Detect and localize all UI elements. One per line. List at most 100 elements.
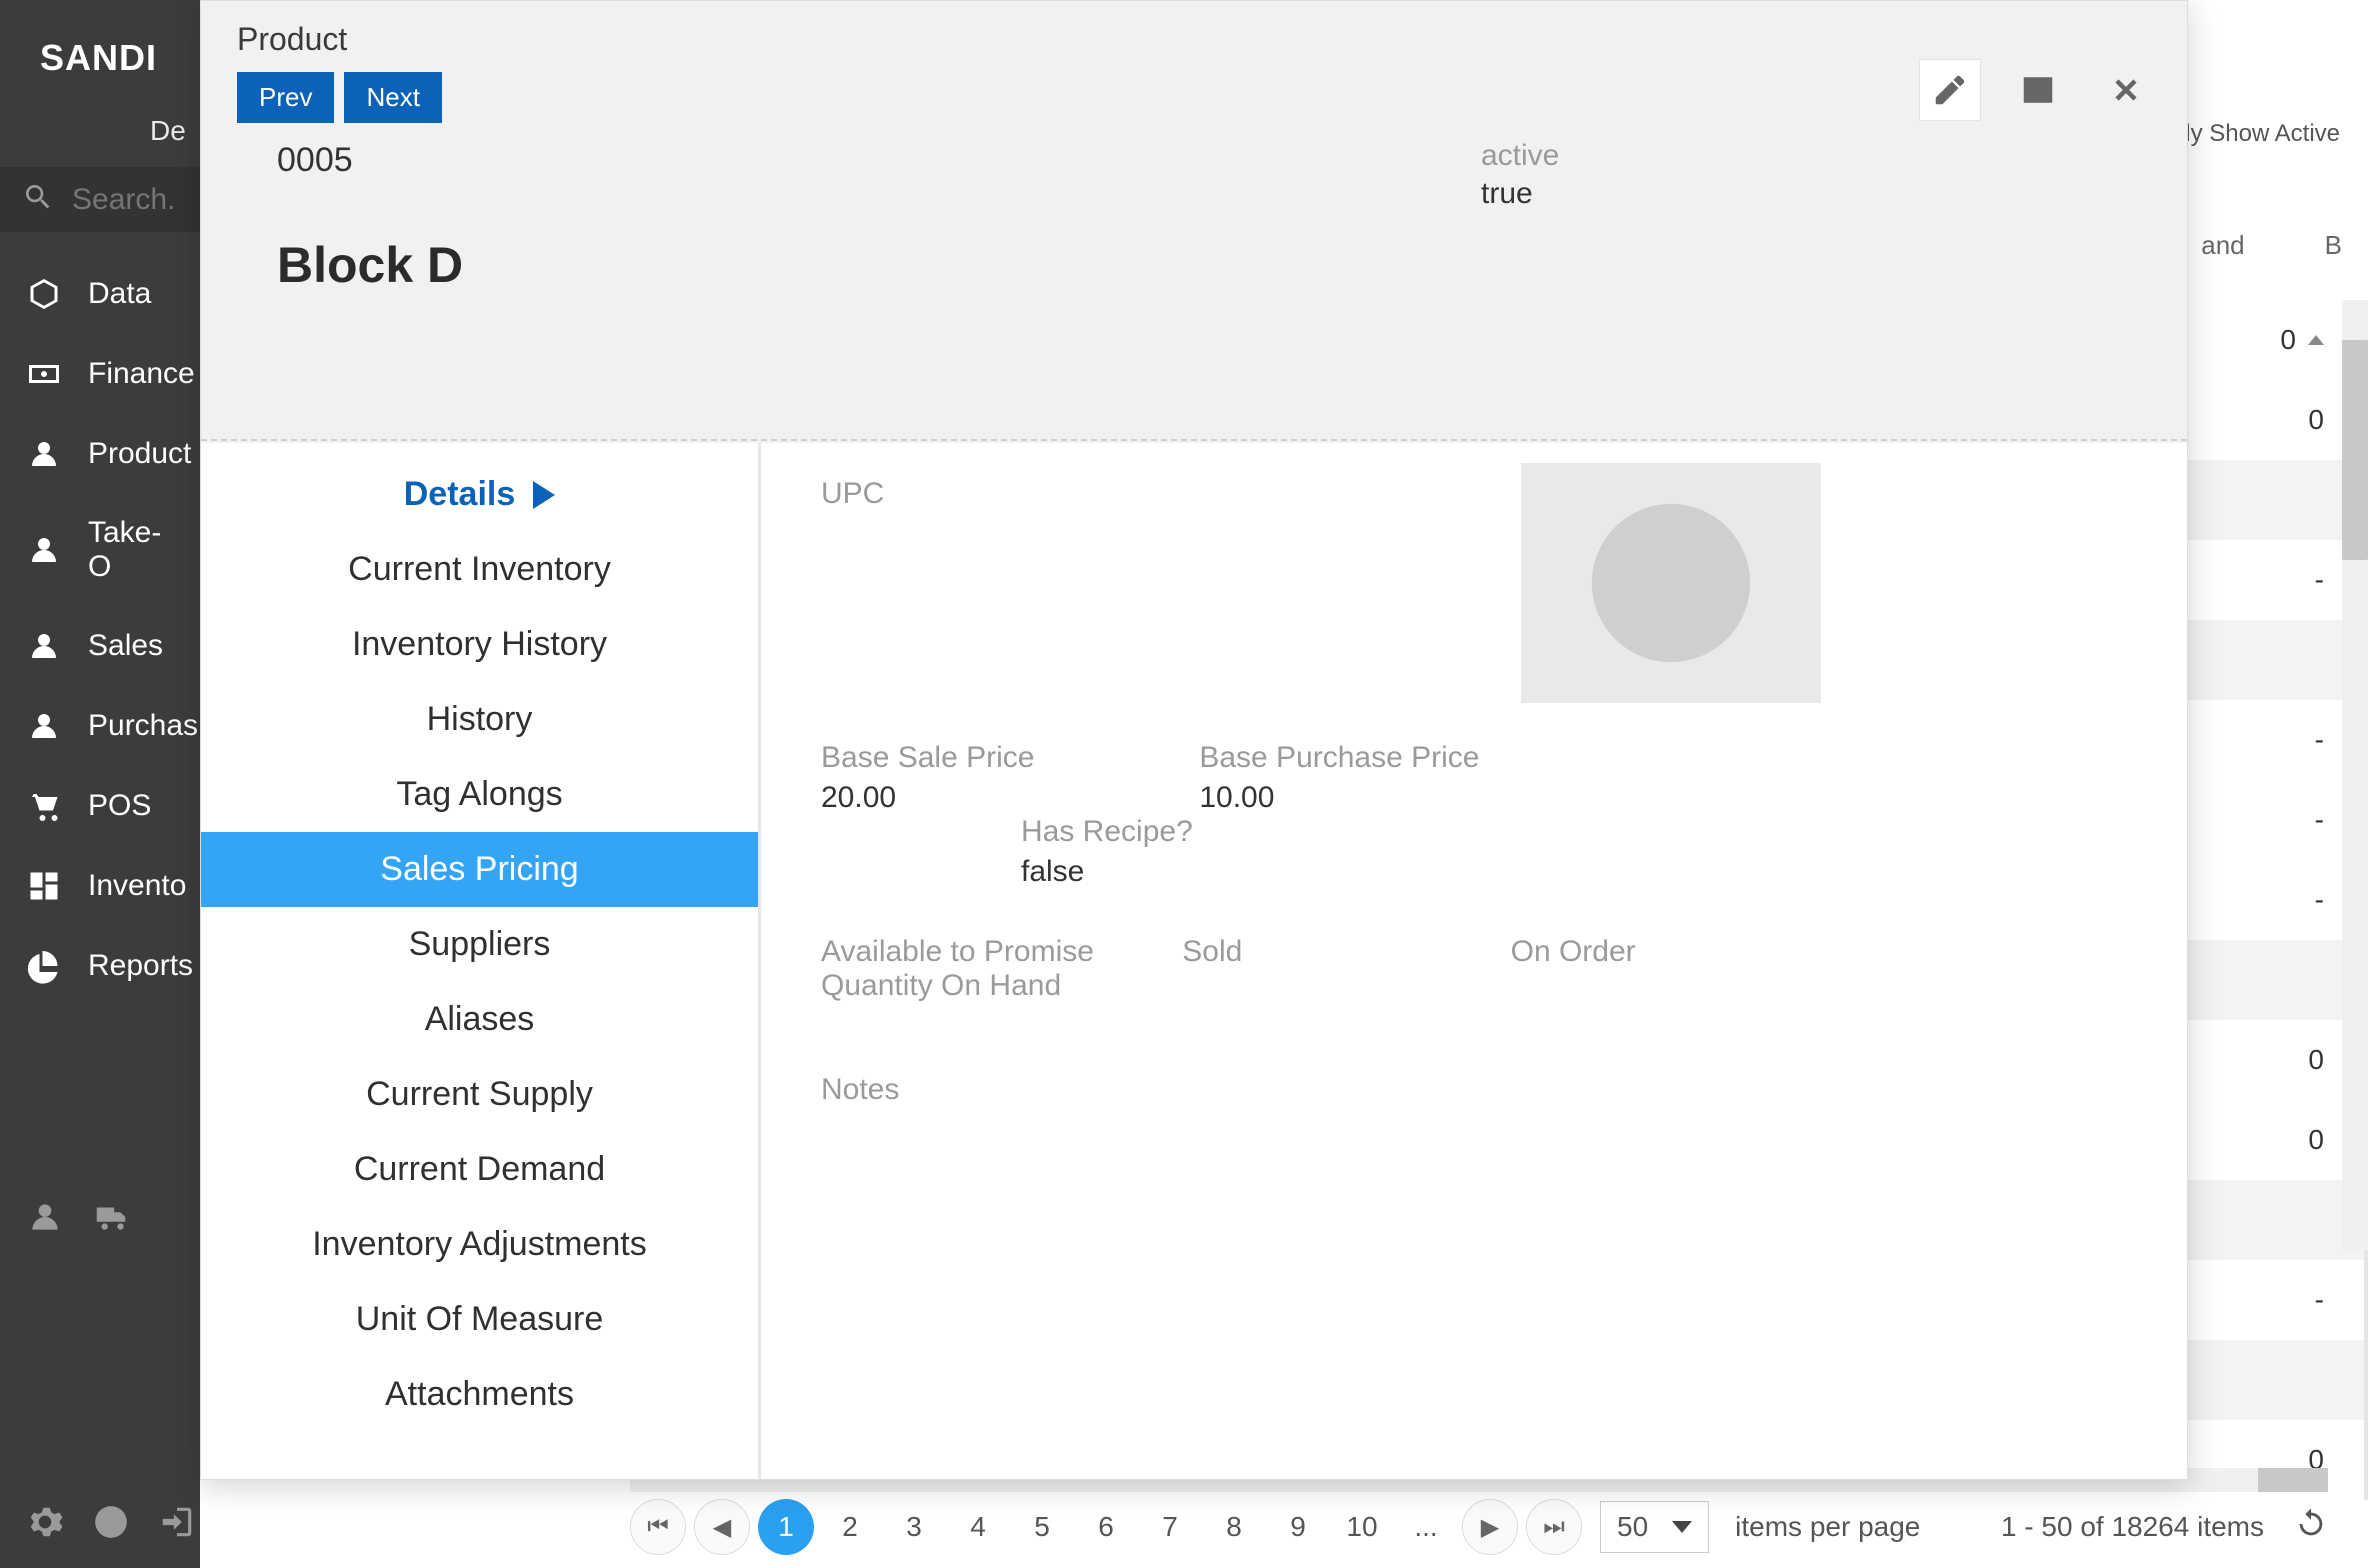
qoh-label: Quantity On Hand [821,969,1061,1003]
maximize-button[interactable] [2007,59,2069,121]
close-button[interactable] [2095,59,2157,121]
edit-button[interactable] [1919,59,1981,121]
pager-page-9[interactable]: 9 [1270,1499,1326,1555]
field-base-sale: Base Sale Price 20.00 [821,741,1081,815]
search-input[interactable] [72,183,178,217]
group-icon[interactable] [26,1198,64,1241]
pager-page-4[interactable]: 4 [950,1499,1006,1555]
nav-label: Finance [88,357,195,391]
nav-data[interactable]: Data [0,254,200,334]
field-has-recipe: Has Recipe? false [1021,815,1281,889]
prev-button[interactable]: Prev [237,72,334,123]
section-sales-pricing[interactable]: Sales Pricing [201,832,758,907]
pager-prev[interactable]: ◀ [694,1499,750,1555]
table-row[interactable] [2188,460,2368,540]
base-sale-label: Base Sale Price [821,741,1081,775]
nav-reports[interactable]: Reports [0,926,200,1006]
nav-label: Purchas [88,709,198,743]
product-name: Block D [277,236,2151,294]
nav-purchase[interactable]: Purchas [0,686,200,766]
table-row[interactable] [2188,1180,2368,1260]
table-row[interactable]: 0 [2188,300,2368,380]
active-label: active [1481,139,1559,173]
section-aliases[interactable]: Aliases [201,982,758,1057]
sort-up-icon [2308,335,2324,345]
nav-product[interactable]: Product [0,414,200,494]
table-row[interactable]: 0 [2188,1100,2368,1180]
table-row[interactable] [2188,1340,2368,1420]
truck-icon[interactable] [92,1198,130,1241]
section-details[interactable]: Details [201,457,758,532]
table-row[interactable]: 0 [2188,1020,2368,1100]
nav-label: Sales [88,629,163,663]
product-image-placeholder [1521,463,1821,703]
pager-more[interactable]: ... [1398,1499,1454,1555]
table-row[interactable]: - [2188,700,2368,780]
table-row[interactable]: - [2188,780,2368,860]
section-inventory-adjustments[interactable]: Inventory Adjustments [201,1207,758,1282]
nav-pos[interactable]: POS [0,766,200,846]
table-row[interactable]: - [2188,1260,2368,1340]
section-current-demand[interactable]: Current Demand [201,1132,758,1207]
section-inventory-history[interactable]: Inventory History [201,607,758,682]
section-history[interactable]: History [201,682,758,757]
detail-pane: UPC Base Sale Price 20.00 Base Purchase … [761,443,2187,1479]
table-row[interactable] [2188,620,2368,700]
search-row[interactable] [0,167,200,232]
cell: - [2315,724,2324,756]
nav-finance[interactable]: Finance [0,334,200,414]
nav-label: Take-O [88,516,174,584]
nav-sales[interactable]: Sales [0,606,200,686]
section-current-inventory[interactable]: Current Inventory [201,532,758,607]
pager-page-8[interactable]: 8 [1206,1499,1262,1555]
section-current-supply[interactable]: Current Supply [201,1057,758,1132]
field-base-purchase: Base Purchase Price 10.00 [1199,741,1479,815]
section-unit-of-measure[interactable]: Unit Of Measure [201,1282,758,1357]
brand-logo: SANDI [0,0,200,115]
cell: 0 [2308,404,2324,436]
table-row[interactable]: - [2188,540,2368,620]
vertical-scroll-thumb[interactable] [2342,340,2368,560]
pager-last[interactable]: ⏭ [1526,1499,1582,1555]
page-size-select[interactable]: 50 [1600,1501,1709,1553]
nav-takeoff[interactable]: Take-O [0,494,200,606]
section-tag-alongs[interactable]: Tag Alongs [201,757,758,832]
grid-header-col1[interactable]: and [2201,230,2244,261]
next-button[interactable]: Next [344,72,441,123]
page-size-value: 50 [1617,1511,1648,1543]
horizontal-scroll-thumb[interactable] [2258,1468,2328,1492]
table-row[interactable] [2188,940,2368,1020]
pager-page-2[interactable]: 2 [822,1499,878,1555]
nav-label: Reports [88,949,193,983]
pager-page-3[interactable]: 3 [886,1499,942,1555]
sidebar-bottom-1 [0,1176,200,1263]
nav-inventory[interactable]: Invento [0,846,200,926]
grid-rows: 0 0 - - - - 0 0 - 0 [2188,300,2368,1500]
section-suppliers[interactable]: Suppliers [201,907,758,982]
pager-first[interactable]: ⏮ [630,1499,686,1555]
cell: - [2315,884,2324,916]
notes-label: Notes [821,1073,2127,1107]
table-row[interactable]: - [2188,860,2368,940]
refresh-icon[interactable] [2294,1507,2328,1548]
field-notes: Notes [821,1073,2127,1107]
clock-icon[interactable] [92,1503,130,1546]
search-icon [22,181,54,218]
nav-label: POS [88,789,151,823]
logout-icon[interactable] [158,1503,196,1546]
active-field: active true [1481,139,1559,211]
pager-page-6[interactable]: 6 [1078,1499,1134,1555]
pager-page-1[interactable]: 1 [758,1499,814,1555]
grid-header-col2[interactable]: B [2325,230,2342,261]
page-size-label: items per page [1735,1511,1920,1543]
field-on-order: On Order [1511,935,1751,969]
section-attachments[interactable]: Attachments [201,1357,758,1432]
on-order-label: On Order [1511,935,1751,969]
table-row[interactable]: 0 [2188,380,2368,460]
pager-next[interactable]: ▶ [1462,1499,1518,1555]
main-sidebar: SANDI De Data Finance Product Take-O Sal… [0,0,200,1568]
pager-page-5[interactable]: 5 [1014,1499,1070,1555]
pager-page-7[interactable]: 7 [1142,1499,1198,1555]
gear-icon[interactable] [26,1503,64,1546]
pager-page-10[interactable]: 10 [1334,1499,1390,1555]
